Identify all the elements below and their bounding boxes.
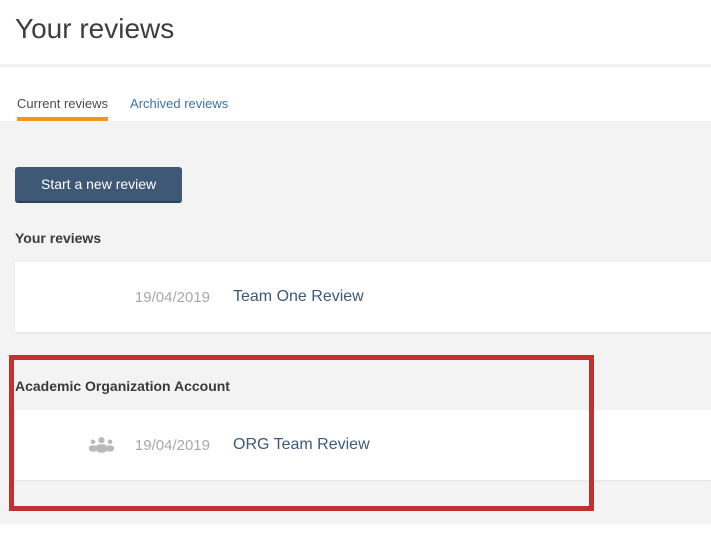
review-meta: 19/04/2019	[15, 437, 210, 454]
your-reviews-page: Your reviews Current reviews Archived re…	[0, 0, 711, 552]
page-title: Your reviews	[15, 13, 175, 44]
review-link-team-one[interactable]: Team One Review	[233, 288, 364, 306]
review-meta: 19/04/2019	[15, 289, 210, 306]
start-new-review-button[interactable]: Start a new review	[15, 167, 183, 203]
review-date: 19/04/2019	[134, 288, 210, 306]
review-date: 19/04/2019	[134, 436, 210, 454]
group-icon	[88, 437, 115, 453]
your-reviews-card: 19/04/2019 Team One Review	[15, 262, 711, 332]
tab-bar: Current reviews Archived reviews	[0, 67, 711, 121]
academic-organization-card: 19/04/2019 ORG Team Review	[15, 410, 711, 480]
tab-current-reviews[interactable]: Current reviews	[17, 96, 109, 121]
review-row-team-one[interactable]: 19/04/2019 Team One Review	[15, 262, 711, 332]
section-heading-your-reviews: Your reviews	[15, 230, 102, 246]
section-heading-academic-organization-account: Academic Organization Account	[15, 378, 230, 394]
review-row-org-team[interactable]: 19/04/2019 ORG Team Review	[15, 410, 711, 480]
review-link-org-team[interactable]: ORG Team Review	[233, 436, 370, 454]
page-header: Your reviews	[0, 0, 711, 67]
content-area: Start a new review Your reviews 19/04/20…	[0, 121, 711, 524]
tab-archived-reviews[interactable]: Archived reviews	[130, 96, 228, 121]
